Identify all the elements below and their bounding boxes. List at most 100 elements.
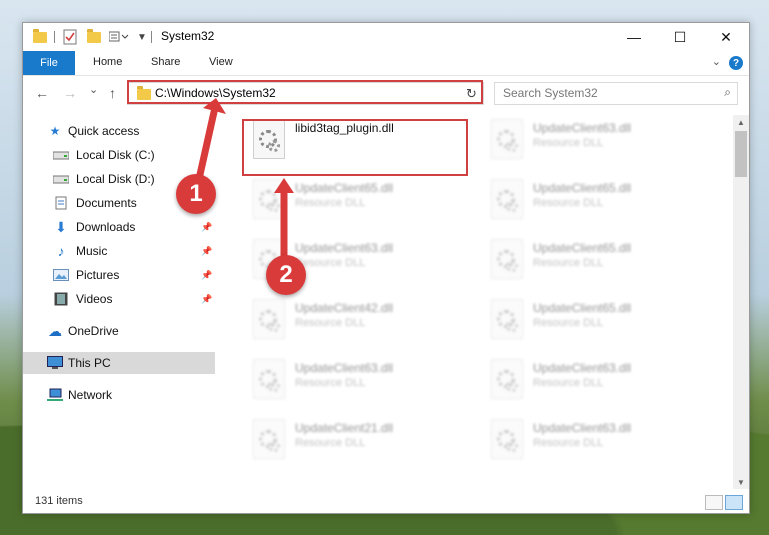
maximize-button[interactable]: ☐ xyxy=(657,23,703,51)
pin-icon[interactable]: 📌 xyxy=(201,270,212,281)
minimize-button[interactable]: — xyxy=(611,23,657,51)
file-item[interactable]: UpdateClient42.dll Resource DLL xyxy=(245,295,475,351)
file-highlight-box xyxy=(242,119,468,176)
network-icon xyxy=(47,388,63,402)
sidebar-item-label: Documents xyxy=(76,196,137,210)
file-type: Resource DLL xyxy=(533,257,604,269)
tab-share[interactable]: Share xyxy=(151,56,180,68)
tab-view[interactable]: View xyxy=(209,56,233,68)
sidebar-item-label: Quick access xyxy=(68,124,140,138)
customize-toolbar-icon[interactable] xyxy=(109,29,131,45)
file-item[interactable]: UpdateClient21.dll Resource DLL xyxy=(245,415,475,471)
large-icons-view-icon[interactable] xyxy=(725,495,743,510)
file-type: Resource DLL xyxy=(295,317,366,329)
file-type: Resource DLL xyxy=(533,377,604,389)
file-item[interactable]: UpdateClient63.dll Resource DLL xyxy=(483,415,713,471)
file-name: UpdateClient65.dll xyxy=(295,181,394,195)
sidebar-item-videos[interactable]: Videos 📌 xyxy=(23,288,215,310)
refresh-button[interactable]: ↻ xyxy=(460,82,484,105)
drive-icon xyxy=(53,172,69,186)
back-button[interactable]: ← xyxy=(35,85,49,101)
sidebar-item-downloads[interactable]: ⬇ Downloads 📌 xyxy=(23,216,215,238)
properties-icon[interactable] xyxy=(63,29,77,45)
help-icon[interactable]: ? xyxy=(729,56,743,70)
file-item[interactable]: UpdateClient63.dll Resource DLL xyxy=(483,115,713,171)
new-folder-icon[interactable] xyxy=(87,28,101,45)
up-button[interactable]: ↑ xyxy=(109,85,116,101)
file-item[interactable]: UpdateClient65.dll Resource DLL xyxy=(483,175,713,231)
search-input[interactable]: Search System32 ⌕ xyxy=(494,82,738,105)
drive-icon xyxy=(53,148,69,162)
file-item[interactable]: UpdateClient63.dll Resource DLL xyxy=(483,355,713,411)
file-type: Resource DLL xyxy=(295,377,366,389)
scrollbar-thumb[interactable] xyxy=(735,131,747,177)
pictures-icon xyxy=(53,268,69,282)
dll-file-icon xyxy=(253,359,285,399)
file-type: Resource DLL xyxy=(533,197,604,209)
sidebar-item-quick-access[interactable]: ★ Quick access xyxy=(23,120,215,142)
music-icon: ♪ xyxy=(57,243,65,259)
close-button[interactable]: ✕ xyxy=(703,23,749,51)
vertical-scrollbar[interactable]: ▲ ▼ xyxy=(733,115,749,489)
dll-file-icon xyxy=(491,359,523,399)
status-bar: 131 items xyxy=(23,491,749,513)
sidebar-item-onedrive[interactable]: ☁ OneDrive xyxy=(23,320,215,342)
quick-access-dropdown-icon[interactable]: ▼ xyxy=(137,29,147,45)
navigation-bar: ← → ⌄ ↑ C:\Windows\System32 ⌄ ↻ Search S… xyxy=(23,76,749,112)
sidebar-item-label: OneDrive xyxy=(68,324,119,338)
pin-icon[interactable]: 📌 xyxy=(201,246,212,257)
ribbon: File Home Share View ⌄ ? xyxy=(23,51,749,76)
sidebar-item-label: Music xyxy=(76,244,108,258)
dll-file-icon xyxy=(491,119,523,159)
sidebar-item-local-disk-c[interactable]: Local Disk (C:) xyxy=(23,144,215,166)
file-type: Resource DLL xyxy=(533,437,604,449)
file-name: UpdateClient63.dll xyxy=(533,361,632,375)
address-bar[interactable]: C:\Windows\System32 ⌄ xyxy=(127,82,484,105)
pin-icon[interactable]: 📌 xyxy=(201,222,212,233)
file-name: UpdateClient65.dll xyxy=(533,181,632,195)
tab-home[interactable]: Home xyxy=(93,56,122,68)
tab-file[interactable]: File xyxy=(23,51,75,75)
item-count: 131 items xyxy=(35,495,83,507)
file-item[interactable]: UpdateClient65.dll Resource DLL xyxy=(245,175,475,231)
folder-icon xyxy=(137,86,151,100)
sidebar-item-label: This PC xyxy=(68,356,111,370)
pin-icon[interactable]: 📌 xyxy=(201,294,212,305)
details-view-icon[interactable] xyxy=(705,495,723,510)
chevron-down-icon[interactable]: ⌄ xyxy=(712,55,721,68)
sidebar-item-this-pc[interactable]: This PC xyxy=(23,352,215,374)
dll-file-icon xyxy=(253,179,285,219)
file-name: UpdateClient21.dll xyxy=(295,421,394,435)
sidebar-item-network[interactable]: Network xyxy=(23,384,215,406)
file-type: Resource DLL xyxy=(295,197,366,209)
file-item[interactable]: UpdateClient65.dll Resource DLL xyxy=(483,235,713,291)
sidebar-item-pictures[interactable]: Pictures 📌 xyxy=(23,264,215,286)
computer-icon xyxy=(47,356,63,370)
dll-file-icon xyxy=(491,419,523,459)
search-placeholder: Search System32 xyxy=(503,86,598,100)
folder-icon xyxy=(33,28,47,45)
sidebar-item-music[interactable]: ♪ Music 📌 xyxy=(23,240,215,262)
sidebar-item-label: Pictures xyxy=(76,268,120,282)
address-text[interactable]: C:\Windows\System32 xyxy=(155,86,276,100)
separator xyxy=(151,31,152,43)
file-item[interactable]: UpdateClient63.dll Resource DLL xyxy=(245,355,475,411)
sidebar-item-label: Local Disk (C:) xyxy=(76,148,155,162)
scroll-up-icon[interactable]: ▲ xyxy=(733,115,749,129)
sidebar-item-label: Downloads xyxy=(76,220,136,234)
separator xyxy=(54,31,55,43)
dll-file-icon xyxy=(253,299,285,339)
cloud-icon: ☁ xyxy=(48,322,62,339)
file-item[interactable]: UpdateClient65.dll Resource DLL xyxy=(483,295,713,351)
scroll-down-icon[interactable]: ▼ xyxy=(733,475,749,489)
file-type: Resource DLL xyxy=(295,257,366,269)
sidebar-item-label: Videos xyxy=(76,292,113,306)
file-name: UpdateClient65.dll xyxy=(533,301,632,315)
file-name: UpdateClient63.dll xyxy=(533,421,632,435)
search-icon[interactable]: ⌕ xyxy=(724,85,731,100)
sidebar-item-label: Local Disk (D:) xyxy=(76,172,155,186)
forward-button[interactable]: → xyxy=(63,85,77,101)
step-2-marker: 2 xyxy=(266,255,306,295)
file-name: UpdateClient63.dll xyxy=(533,121,632,135)
recent-locations-button[interactable]: ⌄ xyxy=(89,83,98,96)
